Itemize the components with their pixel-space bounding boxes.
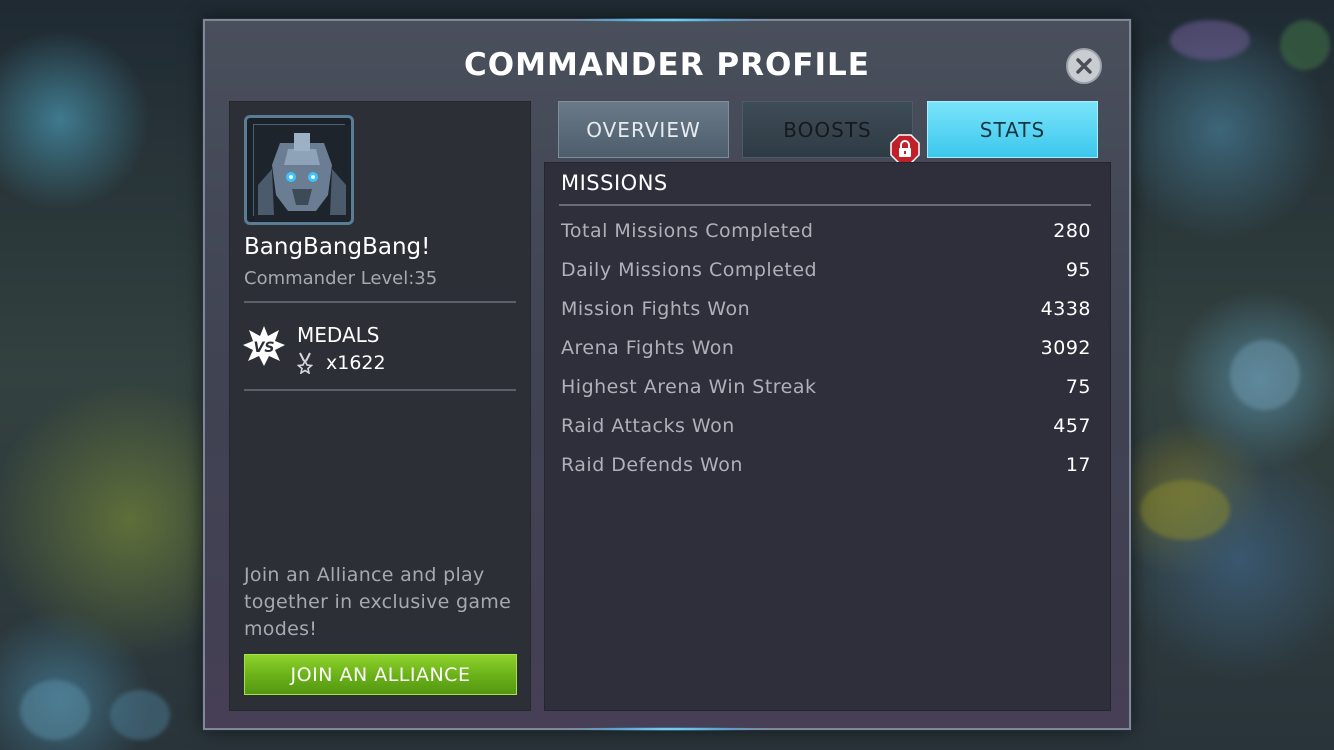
close-button[interactable]: [1066, 48, 1102, 84]
commander-level: Commander Level:35: [244, 268, 438, 289]
section-title: MISSIONS: [561, 171, 668, 195]
stat-value: 3092: [1040, 336, 1091, 359]
robot-head-icon: [254, 125, 350, 221]
profile-panel: BangBangBang! Commander Level:35 VS MEDA…: [229, 101, 531, 711]
stat-value: 75: [1065, 375, 1091, 398]
stats-list: Total Missions Completed 280 Daily Missi…: [561, 211, 1091, 484]
medals-count: x1622: [326, 352, 386, 374]
alliance-promo-text: Join an Alliance and play together in ex…: [244, 564, 512, 640]
stat-value: 457: [1053, 414, 1091, 437]
stat-value: 17: [1065, 453, 1091, 476]
stat-label: Mission Fights Won: [561, 297, 751, 320]
avatar[interactable]: [244, 115, 354, 225]
commander-profile-dialog: COMMANDER PROFILE BangBangBang! Commande…: [203, 18, 1131, 731]
stat-label: Raid Defends Won: [561, 453, 743, 476]
stat-value: 280: [1053, 219, 1091, 242]
divider: [244, 389, 516, 391]
stat-row: Mission Fights Won 4338: [561, 289, 1091, 328]
medal-icon: [297, 352, 313, 374]
stat-row: Highest Arena Win Streak 75: [561, 367, 1091, 406]
svg-text:VS: VS: [254, 340, 275, 356]
stat-label: Raid Attacks Won: [561, 414, 735, 437]
stat-label: Daily Missions Completed: [561, 258, 818, 281]
stat-row: Raid Attacks Won 457: [561, 406, 1091, 445]
player-name: BangBangBang!: [244, 234, 431, 260]
close-icon: [1076, 58, 1092, 74]
stat-value: 4338: [1040, 297, 1091, 320]
tab-overview[interactable]: OVERVIEW: [558, 101, 729, 158]
stat-label: Total Missions Completed: [561, 219, 814, 242]
stat-value: 95: [1065, 258, 1091, 281]
tab-boosts[interactable]: BOOSTS: [742, 101, 913, 158]
stat-row: Arena Fights Won 3092: [561, 328, 1091, 367]
stat-row: Total Missions Completed 280: [561, 211, 1091, 250]
medals-label: MEDALS: [297, 323, 380, 347]
stat-label: Highest Arena Win Streak: [561, 375, 817, 398]
stat-row: Daily Missions Completed 95: [561, 250, 1091, 289]
top-glow: [569, 18, 769, 22]
divider: [244, 301, 516, 303]
dialog-title: COMMANDER PROFILE: [464, 47, 870, 83]
stat-label: Arena Fights Won: [561, 336, 735, 359]
vs-medal-icon: VS: [243, 326, 285, 366]
join-alliance-button[interactable]: JOIN AN ALLIANCE: [244, 654, 517, 695]
bottom-glow: [569, 727, 769, 731]
stat-row: Raid Defends Won 17: [561, 445, 1091, 484]
section-divider: [559, 204, 1091, 206]
lock-icon: [890, 134, 920, 164]
tab-stats[interactable]: STATS: [927, 101, 1098, 158]
stats-panel[interactable]: MISSIONS Total Missions Completed 280 Da…: [544, 162, 1111, 711]
robot-avatar-image: [253, 124, 350, 221]
